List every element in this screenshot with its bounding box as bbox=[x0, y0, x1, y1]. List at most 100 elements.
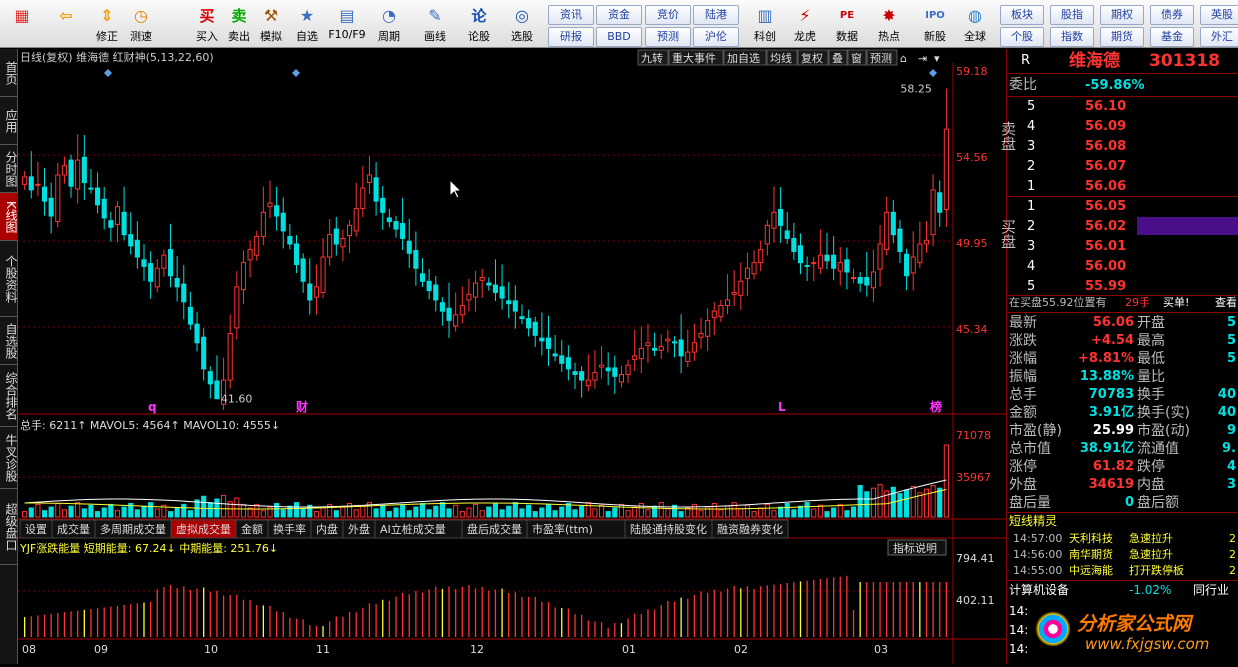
quicklink-button[interactable]: 期权 bbox=[1100, 5, 1144, 25]
toolbar-star-button[interactable]: ★ 自选 bbox=[290, 2, 324, 46]
elf-stock[interactable]: 中远海能 bbox=[1069, 563, 1113, 579]
indicator-tab-label[interactable]: 多周期成交量 bbox=[100, 522, 166, 536]
toolbar-sell-button[interactable]: 卖卖出 bbox=[222, 2, 256, 46]
toolbar-pe-button[interactable]: PE 数据 bbox=[830, 2, 864, 46]
sidebar-item[interactable]: 自选股 bbox=[0, 317, 18, 365]
sidebar-item[interactable]: 首页 bbox=[0, 49, 18, 97]
toolbar-pencil-button[interactable]: ✎ 画线 bbox=[418, 2, 452, 46]
sidebar-item[interactable]: 分时图 bbox=[0, 145, 18, 193]
candle-body bbox=[353, 208, 359, 232]
toolbar-hot-button[interactable]: ✸ 热点 bbox=[872, 2, 906, 46]
candle-body bbox=[472, 282, 479, 298]
chart-top-button-label: 复权 bbox=[801, 51, 823, 65]
buy-level-price[interactable]: 56.02 bbox=[1085, 217, 1126, 236]
toolbar-cycle-button[interactable]: ◔ 周期 bbox=[372, 2, 406, 46]
quicklink-button[interactable]: 外汇 bbox=[1200, 27, 1238, 47]
toolbar-forum-button[interactable]: 论论股 bbox=[462, 2, 496, 46]
candle-body bbox=[559, 355, 565, 364]
volume-bar bbox=[645, 509, 651, 518]
indicator-tab-label[interactable]: 金额 bbox=[241, 522, 263, 536]
elf-event: 急速拉升 bbox=[1129, 532, 1173, 545]
toolbar-label: 测速 bbox=[130, 30, 152, 43]
toolbar-kechuang-button[interactable]: ▥ 科创 bbox=[748, 2, 782, 46]
indicator-tab-label[interactable]: 盘后成交量 bbox=[467, 522, 522, 536]
candle-body bbox=[691, 342, 697, 353]
indicator-tab-label[interactable]: 成交量 bbox=[57, 522, 90, 536]
big-order-view-link[interactable]: 查看 bbox=[1215, 293, 1237, 312]
sidebar-item[interactable]: 综合排名 bbox=[0, 365, 18, 427]
sell-level-price[interactable]: 56.09 bbox=[1085, 117, 1126, 136]
candle-body bbox=[897, 228, 903, 252]
panel-divider bbox=[1007, 73, 1238, 74]
kline-chart[interactable]: 日线(复权) 维海德 红财神(5,13,22,60) 九转 重大事件 加自选 均线 复权叠… bbox=[18, 49, 1005, 664]
logo-text: 分析家公式网 bbox=[1077, 613, 1192, 635]
volume-bar bbox=[413, 506, 419, 518]
buy-level-price[interactable]: 56.00 bbox=[1085, 257, 1126, 276]
candle-body bbox=[824, 254, 830, 262]
indicator-tab-label[interactable]: 内盘 bbox=[316, 522, 338, 536]
indicator-tab-label[interactable]: 设置 bbox=[25, 523, 47, 536]
toolbar-home-button[interactable]: ▦ bbox=[4, 2, 40, 46]
sidebar-item[interactable]: 应用 bbox=[0, 97, 18, 145]
toolbar-f10-button[interactable]: ▤ F10/F9 bbox=[328, 2, 365, 46]
candle-body bbox=[148, 263, 154, 282]
elf-stock[interactable]: 南华期货 bbox=[1069, 547, 1113, 563]
toolbar-clock-button[interactable]: ◷ 测速 bbox=[124, 2, 158, 46]
sidebar-item[interactable]: 牛叉诊股 bbox=[0, 427, 18, 489]
quicklink-button[interactable]: 基金 bbox=[1150, 27, 1194, 47]
candle-body bbox=[161, 254, 167, 269]
quicklink-button[interactable]: 个股 bbox=[1000, 27, 1044, 47]
quicklink-button[interactable]: 债券 bbox=[1150, 5, 1194, 25]
big-order-notice[interactable]: 在买盘55.92位置有 bbox=[1009, 293, 1107, 312]
sell-level-price[interactable]: 56.10 bbox=[1085, 97, 1126, 116]
indicator-tab-label[interactable]: 市盈率(ttm) bbox=[532, 522, 593, 536]
market-flag: R bbox=[1021, 53, 1031, 68]
toolbar-ipo-button[interactable]: IPO 新股 bbox=[918, 2, 952, 46]
toolbar-up-down-button[interactable]: ⇕ 修正 bbox=[90, 2, 124, 46]
indicator-tab-label[interactable]: 陆股通持股变化 bbox=[630, 522, 707, 536]
toolbar-back-arrow-button[interactable]: ⇦ bbox=[48, 2, 84, 46]
quicklink-button[interactable]: 陆港 bbox=[693, 5, 739, 25]
quicklink-button[interactable]: BBD bbox=[596, 27, 642, 47]
quicklink-button[interactable]: 沪伦 bbox=[693, 27, 739, 47]
indicator-tab-label[interactable]: 外盘 bbox=[348, 522, 370, 536]
sell-level-price[interactable]: 56.08 bbox=[1085, 137, 1126, 156]
candle-body bbox=[804, 264, 810, 267]
candle-body bbox=[850, 277, 857, 280]
toolbar-magnifier-button[interactable]: ◎ 选股 bbox=[505, 2, 539, 46]
quicklink-button[interactable]: 股指 bbox=[1050, 5, 1094, 25]
indicator-tab-label[interactable]: 虚拟成交量 bbox=[176, 522, 231, 536]
indicator-tab-label[interactable]: 换手率 bbox=[273, 522, 306, 536]
sidebar-item[interactable]: K线图 bbox=[0, 193, 18, 241]
sector-peer-link[interactable]: 同行业 bbox=[1193, 581, 1229, 600]
quicklink-button[interactable]: 英股 bbox=[1200, 5, 1238, 25]
sidebar-item[interactable]: 个股资料 bbox=[0, 241, 18, 317]
sell-level-price[interactable]: 56.07 bbox=[1085, 157, 1126, 176]
quicklink-button[interactable]: 竞价 bbox=[645, 5, 691, 25]
short-elf-title[interactable]: 短线精灵 bbox=[1009, 512, 1057, 531]
sidebar-item[interactable]: 超级盘口 bbox=[0, 489, 18, 565]
sell-level-price[interactable]: 56.06 bbox=[1085, 177, 1126, 196]
quicklink-button[interactable]: 期货 bbox=[1100, 27, 1144, 47]
buy-level-price[interactable]: 56.01 bbox=[1085, 237, 1126, 256]
volume-axis-label: 71078 bbox=[956, 429, 991, 442]
toolbar-buy-button[interactable]: 买买入 bbox=[190, 2, 224, 46]
candle-body bbox=[731, 291, 737, 295]
elf-stock[interactable]: 天利科技 bbox=[1069, 531, 1113, 547]
toolbar-hammer-button[interactable]: ⚒ 模拟 bbox=[254, 2, 288, 46]
volume-bar bbox=[154, 508, 160, 518]
sector-name[interactable]: 计算机设备 bbox=[1009, 581, 1069, 600]
quicklink-button[interactable]: 指数 bbox=[1050, 27, 1094, 47]
quicklink-button[interactable]: 资讯 bbox=[548, 5, 594, 25]
indicator-tab-label[interactable]: 融资融券变化 bbox=[717, 522, 783, 536]
toolbar-globe-button[interactable]: ◍ 全球 bbox=[958, 2, 992, 46]
quicklink-button[interactable]: 预测 bbox=[645, 27, 691, 47]
stat-value: 9 bbox=[1226, 423, 1236, 438]
quicklink-button[interactable]: 板块 bbox=[1000, 5, 1044, 25]
toolbar-longhu-button[interactable]: ⚡ 龙虎 bbox=[788, 2, 822, 46]
quicklink-button[interactable]: 研报 bbox=[548, 27, 594, 47]
buy-level-price[interactable]: 56.05 bbox=[1085, 197, 1126, 216]
quicklink-button[interactable]: 资金 bbox=[596, 5, 642, 25]
big-order-qty: 29手 bbox=[1125, 296, 1150, 309]
indicator-tab-label[interactable]: AI立桩成交量 bbox=[380, 522, 446, 536]
